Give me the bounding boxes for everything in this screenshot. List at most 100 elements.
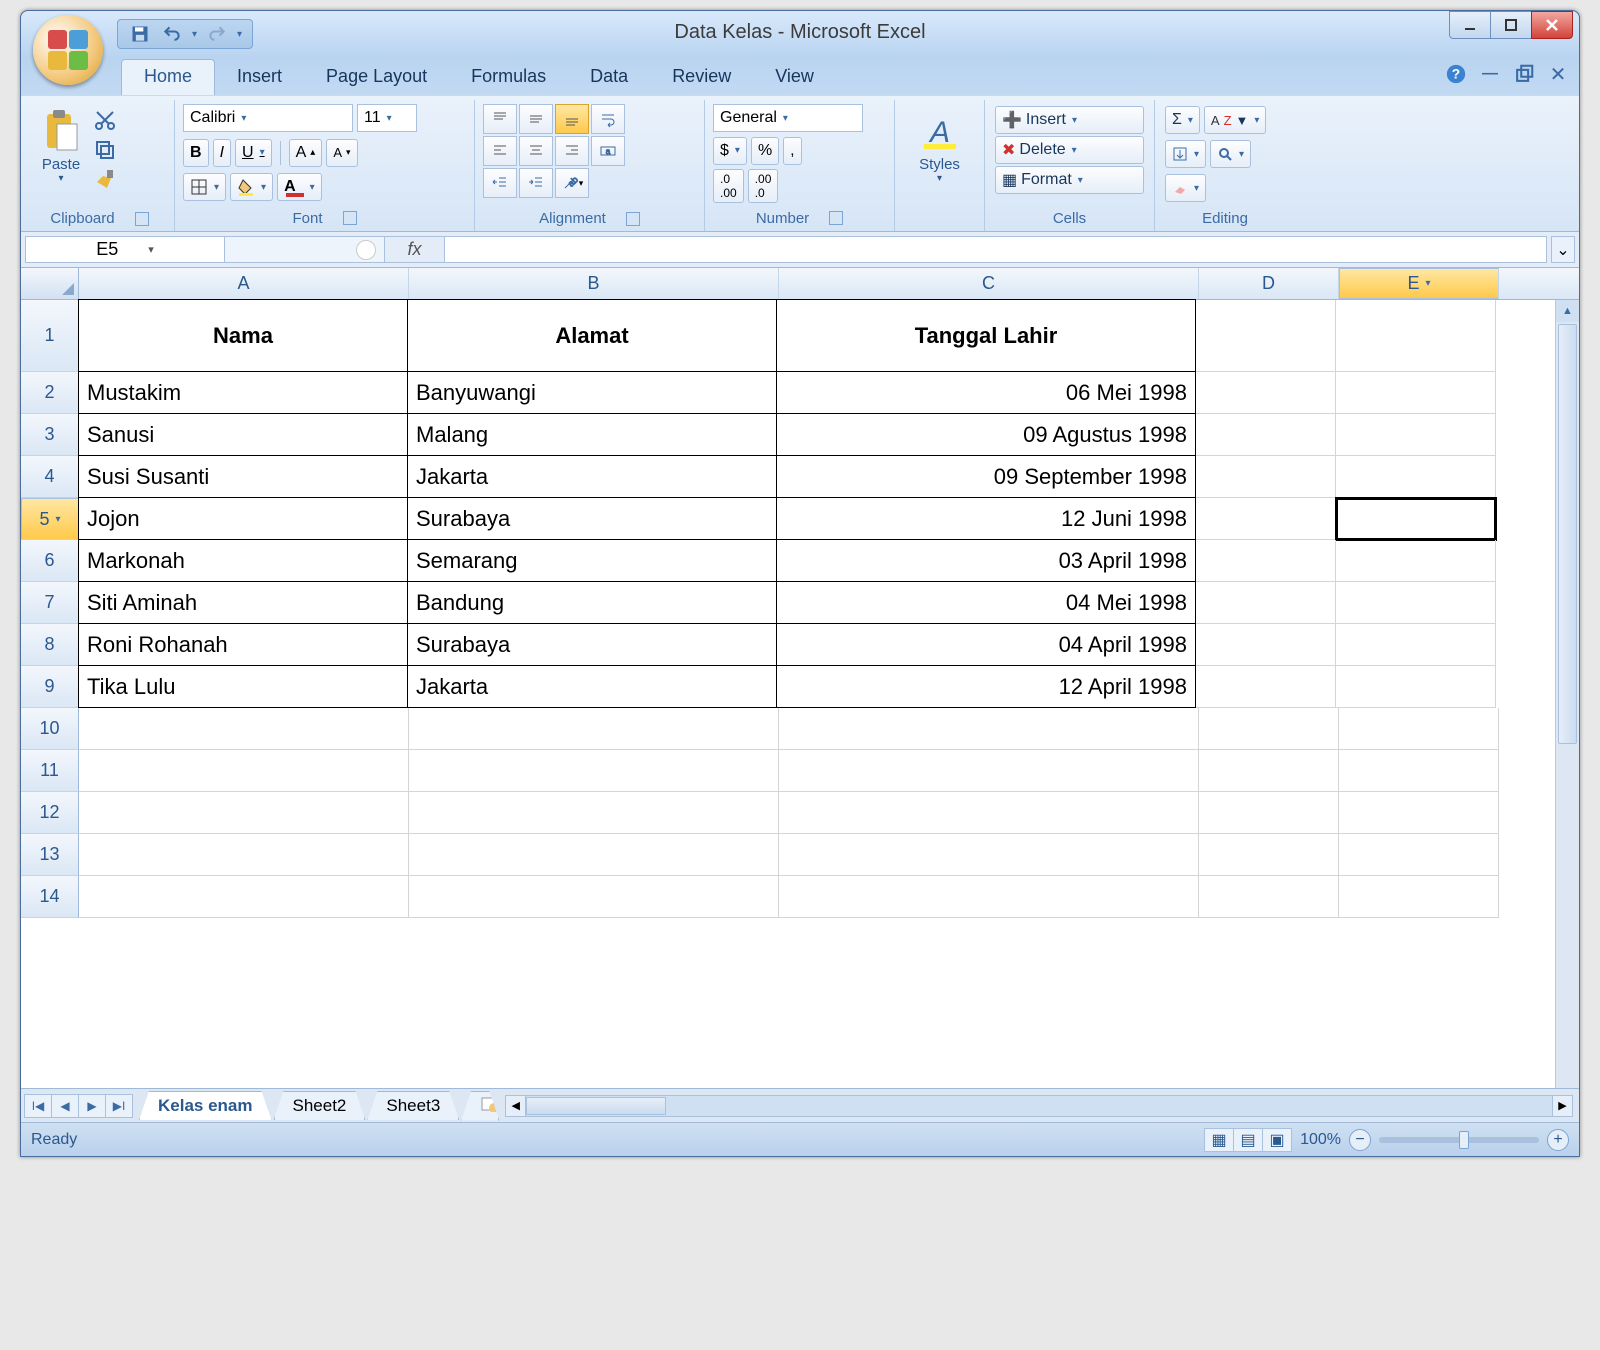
sheet-tab[interactable]: Sheet3 [367,1091,459,1120]
cell-E7[interactable] [1336,582,1496,624]
cell-E14[interactable] [1339,876,1499,918]
cut-icon[interactable] [93,108,117,132]
shrink-font-button[interactable]: A▾ [326,139,357,167]
cell-B5[interactable]: Surabaya [407,497,777,540]
clear-button[interactable] [1165,174,1206,202]
row-header[interactable]: 4 [21,456,79,498]
row-header[interactable]: 12 [21,792,79,834]
cell-D7[interactable] [1196,582,1336,624]
tab-insert[interactable]: Insert [215,60,304,95]
sheet-nav-last[interactable]: ▶I [105,1094,133,1118]
cell-A1[interactable]: Nama [78,299,408,372]
help-icon[interactable]: ? [1445,63,1467,85]
cell-B11[interactable] [409,750,779,792]
cell-D6[interactable] [1196,540,1336,582]
name-box[interactable]: E5 [25,236,225,263]
align-bottom-button[interactable] [555,104,589,134]
vertical-scrollbar[interactable]: ▲ [1555,300,1579,1088]
increase-indent-button[interactable] [519,168,553,198]
cell-D12[interactable] [1199,792,1339,834]
column-header-D[interactable]: D [1199,268,1339,299]
cell-C12[interactable] [779,792,1199,834]
cell-E6[interactable] [1336,540,1496,582]
styles-button[interactable]: A Styles ▾ [903,104,976,184]
cell-D13[interactable] [1199,834,1339,876]
scroll-left-icon[interactable]: ◀ [506,1096,526,1116]
cell-C9[interactable]: 12 April 1998 [776,665,1196,708]
cell-C10[interactable] [779,708,1199,750]
cell-C11[interactable] [779,750,1199,792]
cell-C13[interactable] [779,834,1199,876]
row-header[interactable]: 3 [21,414,79,456]
cell-C14[interactable] [779,876,1199,918]
cell-A7[interactable]: Siti Aminah [78,581,408,624]
number-format-select[interactable]: General [713,104,863,132]
delete-cells-button[interactable]: ✖Delete [995,136,1144,164]
scroll-up-icon[interactable]: ▲ [1556,300,1579,322]
cell-D10[interactable] [1199,708,1339,750]
cell-D2[interactable] [1196,372,1336,414]
sheet-nav-first[interactable]: I◀ [24,1094,52,1118]
cell-E8[interactable] [1336,624,1496,666]
undo-dropdown-icon[interactable]: ▾ [192,29,197,40]
save-icon[interactable] [128,22,152,46]
bold-button[interactable]: B [183,139,209,167]
percent-button[interactable]: % [751,137,779,165]
tab-view[interactable]: View [753,60,836,95]
number-dialog-launcher[interactable] [829,211,843,225]
cell-A13[interactable] [79,834,409,876]
row-header[interactable]: 8 [21,624,79,666]
cell-B9[interactable]: Jakarta [407,665,777,708]
zoom-out-button[interactable]: − [1349,1129,1371,1151]
cell-A9[interactable]: Tika Lulu [78,665,408,708]
tab-home[interactable]: Home [121,59,215,95]
cell-C7[interactable]: 04 Mei 1998 [776,581,1196,624]
decrease-indent-button[interactable] [483,168,517,198]
cell-C2[interactable]: 06 Mei 1998 [776,371,1196,414]
align-middle-button[interactable] [519,104,553,134]
cell-D3[interactable] [1196,414,1336,456]
cell-A5[interactable]: Jojon [78,497,408,540]
close-button[interactable] [1531,11,1573,39]
sheet-nav-prev[interactable]: ◀ [51,1094,79,1118]
font-size-select[interactable]: 11 [357,104,417,132]
row-header[interactable]: 5 [21,498,79,540]
cell-E10[interactable] [1339,708,1499,750]
cell-E13[interactable] [1339,834,1499,876]
cell-E9[interactable] [1336,666,1496,708]
column-header-C[interactable]: C [779,268,1199,299]
font-dialog-launcher[interactable] [343,211,357,225]
wrap-text-button[interactable] [591,104,625,134]
row-header[interactable]: 11 [21,750,79,792]
cell-A12[interactable] [79,792,409,834]
copy-icon[interactable] [93,138,117,162]
cell-E12[interactable] [1339,792,1499,834]
paste-button[interactable]: Paste ▾ [33,104,89,192]
cell-A14[interactable] [79,876,409,918]
decrease-decimal-button[interactable]: .00.0 [748,169,779,203]
zoom-slider[interactable] [1379,1137,1539,1143]
cell-E4[interactable] [1336,456,1496,498]
cell-A8[interactable]: Roni Rohanah [78,623,408,666]
cell-B10[interactable] [409,708,779,750]
cell-C5[interactable]: 12 Juni 1998 [776,497,1196,540]
row-header[interactable]: 13 [21,834,79,876]
ribbon-close-icon[interactable]: ✕ [1547,63,1569,85]
scroll-thumb[interactable] [1558,324,1577,744]
ribbon-minimize-icon[interactable]: — [1479,63,1501,85]
qat-customize-icon[interactable]: ▾ [237,29,242,40]
cell-D9[interactable] [1196,666,1336,708]
clipboard-dialog-launcher[interactable] [135,212,149,226]
cell-B8[interactable]: Surabaya [407,623,777,666]
fx-icon[interactable]: fx [385,236,445,263]
cell-C6[interactable]: 03 April 1998 [776,539,1196,582]
cell-A6[interactable]: Markonah [78,539,408,582]
formula-input[interactable] [445,236,1547,263]
align-center-button[interactable] [519,136,553,166]
column-header-E[interactable]: E [1339,268,1499,299]
cell-A4[interactable]: Susi Susanti [78,455,408,498]
view-page-layout-button[interactable]: ▤ [1233,1128,1263,1152]
cell-B1[interactable]: Alamat [407,299,777,372]
cell-E2[interactable] [1336,372,1496,414]
horizontal-scrollbar[interactable]: ◀ ▶ [505,1095,1573,1117]
